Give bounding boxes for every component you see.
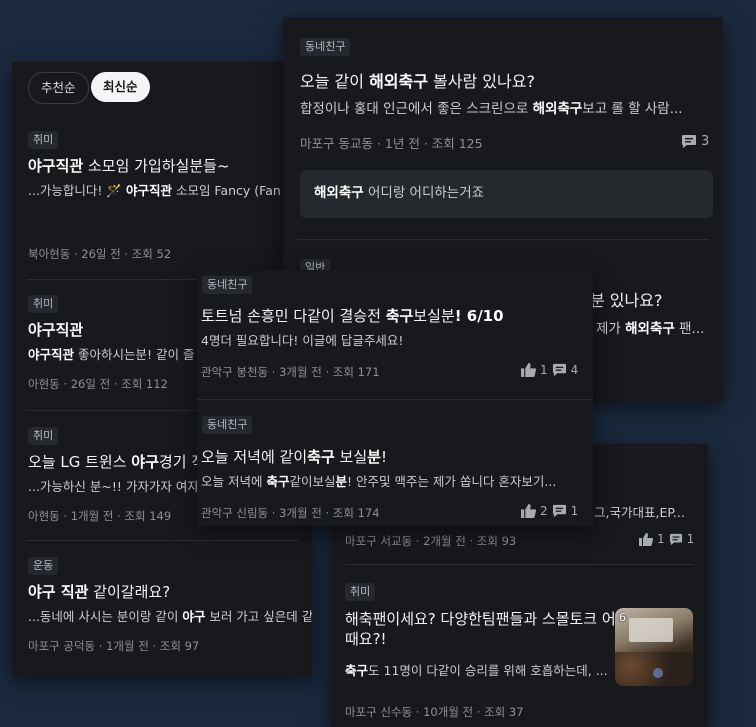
post-snippet: 합정이나 홍대 인근에서 좋은 스크린으로 해외축구보고 롤 할 사람... (300, 101, 683, 117)
list-item[interactable]: 동네친구 토트넘 손흥민 다같이 결승전 축구보실분! 6/10 4명더 필요합… (197, 276, 593, 396)
post-stats: 3 (681, 134, 709, 149)
post-thumbnail[interactable]: 6 (615, 608, 693, 686)
post-title: 토트넘 손흥민 다같이 결승전 축구보실분! 6/10 (201, 307, 504, 325)
sort-latest-button[interactable]: 최신순 (91, 72, 150, 102)
comment-count: 1 (686, 532, 695, 546)
category-tag: 취미 (345, 583, 376, 601)
search-results-card-middle: 동네친구 토트넘 손흥민 다같이 결승전 축구보실분! 6/10 4명더 필요합… (197, 270, 593, 526)
post-meta: 마포구 공덕동 · 1개월 전 · 조회 97 (28, 639, 200, 653)
list-item[interactable]: 운동 야구 직관 같이갈래요? ...동네에 사시는 분이랑 같이 야구 보러 … (12, 554, 312, 664)
comment-icon (552, 504, 566, 518)
post-title: 오늘 LG 트윈스 야구경기 직 (28, 453, 206, 471)
category-tag: 취미 (28, 427, 59, 445)
post-stats: 1 4 (521, 363, 578, 377)
comment-icon (682, 135, 696, 148)
comment-count: 3 (701, 134, 710, 149)
post-stats: 1 1 (639, 532, 694, 546)
post-meta: 북아현동 · 26일 전 · 조회 52 (28, 247, 172, 261)
like-count: 2 (540, 504, 548, 518)
post-title: 야구직관 소모임 가입하실분들~ (28, 157, 230, 175)
list-item[interactable]: 동네친구 오늘 저녁에 같이축구 보실분! 오늘 저녁에 축구같이보실분! 안주… (197, 416, 593, 526)
like-count: 1 (540, 363, 548, 377)
like-count: 1 (657, 532, 665, 546)
post-meta: 아현동 · 26일 전 · 조회 112 (28, 377, 168, 391)
post-snippet: 야구직관 좋아하시는분! 같이 즐 (28, 347, 195, 362)
post-meta: 아현동 · 1개월 전 · 조회 149 (28, 509, 172, 523)
comment-count: 4 (570, 363, 579, 377)
post-title: 분 있나요? (590, 291, 663, 310)
post-snippet: ...동네에 사시는 분이랑 같이 야구 보러 가고 싶은데 같이 가 (28, 609, 312, 624)
post-snippet: 그,국가대표,EP... (594, 505, 685, 520)
category-tag: 취미 (28, 295, 59, 313)
post-title: 야구직관 (28, 321, 84, 339)
category-tag: 취미 (28, 131, 59, 149)
comment-count: 1 (570, 504, 579, 518)
post-snippet: 오늘 저녁에 축구같이보실분! 안주및 맥주는 제가 쏩니다 혼자보기... (201, 474, 557, 489)
sort-recommended-button[interactable]: 추천순 (28, 72, 89, 104)
post-meta: 관악구 봉천동 · 3개월 전 · 조회 171 (201, 365, 380, 379)
post-snippet: ...가능합니다! 🪄 야구직관 소모임 Fancy (Fan . (28, 183, 289, 198)
post-title: 오늘 저녁에 같이축구 보실분! (201, 448, 387, 466)
list-item[interactable]: 취미 해축팬이세요? 다양한팀팬들과 스몰토크 어 때요?! 축구도 11명이 … (331, 580, 708, 720)
thumbs-up-icon (521, 363, 536, 377)
comment-icon (552, 363, 566, 377)
post-meta: 마포구 서교동 · 2개월 전 · 조회 93 (345, 534, 517, 548)
post-stats: 2 1 (521, 504, 578, 518)
post-title: 오늘 같이 해외축구 볼사람 있나요? (300, 72, 535, 91)
thumbs-up-icon (521, 504, 536, 518)
category-tag: 동네친구 (300, 38, 351, 56)
category-tag: 동네친구 (202, 416, 253, 434)
comment-icon (669, 533, 682, 545)
post-title: 해축팬이세요? 다양한팀팬들과 스몰토크 어 때요?! (345, 610, 616, 648)
comment-preview[interactable]: 해외축구 어디랑 어디하는거죠 (300, 170, 713, 218)
category-tag: 운동 (28, 557, 59, 575)
comment-text: 해외축구 어디랑 어디하는거죠 (314, 185, 485, 201)
category-tag: 동네친구 (202, 276, 253, 294)
list-item[interactable]: 취미 야구직관 소모임 가입하실분들~ ...가능합니다! 🪄 야구직관 소모임… (12, 128, 312, 268)
thumbs-up-icon (639, 532, 653, 546)
post-meta: 관악구 신림동 · 3개월 전 · 조회 174 (201, 506, 380, 520)
post-snippet: 제가 해외축구 팬... (596, 321, 705, 337)
image-count-badge: 6 (619, 611, 626, 624)
post-meta: 마포구 신수동 · 10개월 전 · 조회 37 (345, 705, 524, 719)
list-item[interactable]: 동네친구 오늘 같이 해외축구 볼사람 있나요? 합정이나 홍대 인근에서 좋은… (283, 37, 723, 237)
post-meta: 마포구 동교동 · 1년 전 · 조회 125 (300, 136, 483, 151)
post-title: 야구 직관 같이갈래요? (28, 583, 171, 601)
post-snippet: 4명더 필요합니다! 이글에 답글주세요! (201, 333, 404, 348)
post-snippet: 축구도 11명이 다같이 승리를 위해 호흡하는데, ... (345, 663, 608, 678)
post-snippet: ...가능하신 분~!! 가자가자 여자 (28, 479, 199, 494)
